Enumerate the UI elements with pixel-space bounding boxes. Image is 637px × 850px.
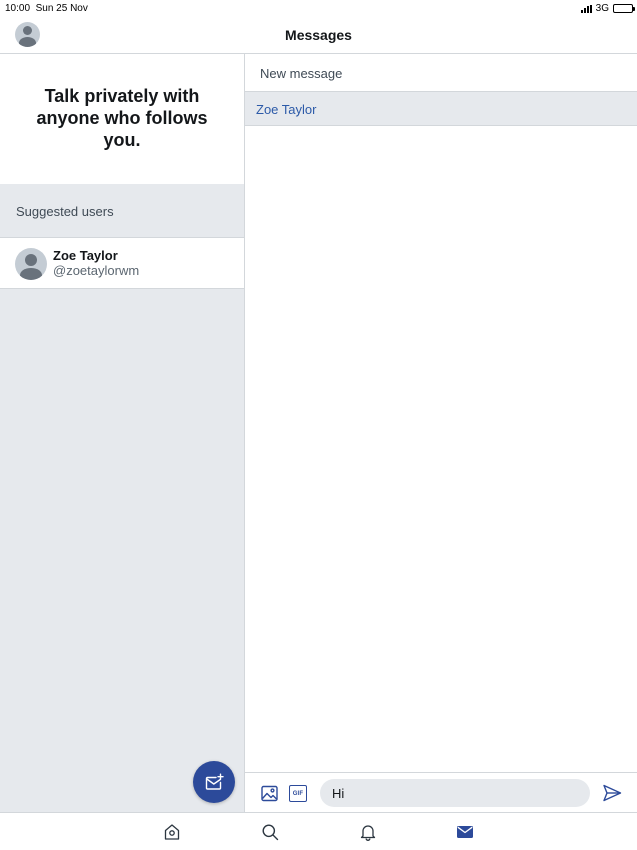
bell-icon [360, 825, 376, 841]
message-composer: GIF [245, 772, 637, 812]
suggested-user-name: Zoe Taylor [53, 248, 118, 263]
mail-icon [457, 826, 473, 838]
bottom-tab-bar [0, 812, 637, 850]
conversation-pane: New message Zoe Taylor GIF [245, 54, 637, 812]
signal-icon [580, 4, 592, 13]
gif-button[interactable]: GIF [289, 785, 307, 802]
avatar [15, 248, 47, 280]
status-time: 10:00 Sun 25 Nov [5, 3, 88, 14]
promo-text: Talk privately with anyone who follows y… [36, 86, 208, 150]
search-icon [262, 824, 279, 841]
new-message-header: New message [245, 54, 637, 92]
compose-message-button[interactable] [193, 761, 235, 803]
suggested-users-header: Suggested users [0, 184, 244, 238]
status-date: Sun 25 Nov [35, 3, 88, 14]
image-icon[interactable] [261, 785, 278, 802]
tab-notifications[interactable] [358, 822, 378, 842]
conversation-list-pane: Talk privately with anyone who follows y… [0, 54, 245, 812]
tab-home[interactable] [162, 822, 182, 842]
recipient-name[interactable]: Zoe Taylor [256, 102, 316, 117]
empty-state-promo: Talk privately with anyone who follows y… [0, 54, 244, 184]
top-header: Messages [0, 16, 637, 54]
page-title: Messages [285, 27, 352, 43]
suggested-user-handle: @zoetaylorwm [53, 263, 140, 278]
tab-messages[interactable] [455, 822, 475, 842]
new-message-icon [205, 773, 224, 790]
status-clock: 10:00 [5, 3, 31, 14]
network-label: 3G [595, 3, 609, 14]
status-bar: 10:00 Sun 25 Nov 3G [0, 0, 637, 16]
suggested-user-row[interactable]: Zoe Taylor @zoetaylorwm [0, 238, 244, 289]
tab-search[interactable] [260, 822, 280, 842]
recipient-row[interactable]: Zoe Taylor [245, 92, 637, 126]
new-message-label: New message [260, 66, 343, 81]
message-input[interactable] [320, 779, 590, 807]
battery-icon [613, 4, 635, 13]
send-icon[interactable] [602, 784, 622, 802]
suggested-users-label: Suggested users [16, 204, 114, 219]
status-indicators: 3G [580, 3, 635, 14]
home-icon [164, 824, 180, 840]
